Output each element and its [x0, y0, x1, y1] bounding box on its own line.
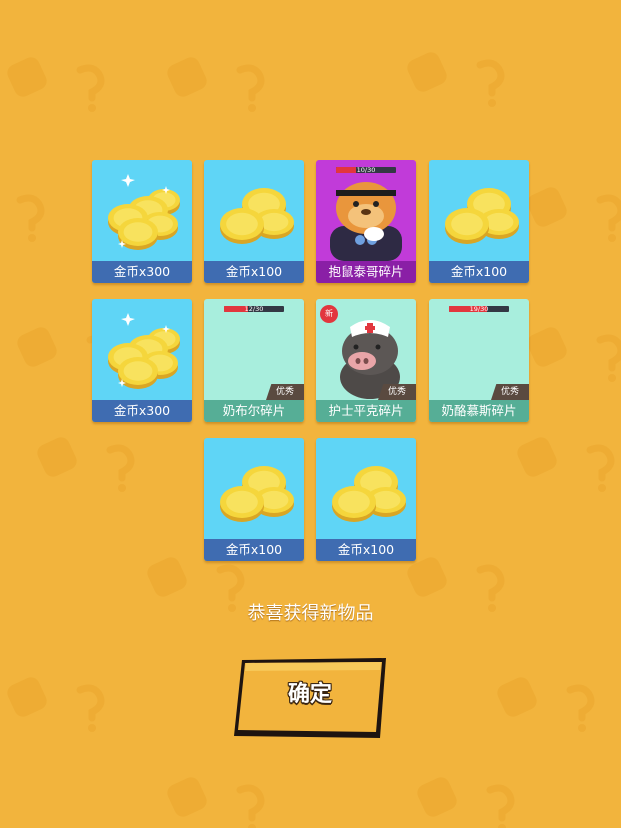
reward-label: 抱鼠泰哥碎片	[316, 261, 416, 283]
coin-icon	[204, 160, 304, 261]
new-badge: 新	[320, 305, 338, 323]
reward-card: 12/30 优秀 奶布尔碎片	[204, 299, 304, 422]
reward-label: 金币x100	[204, 539, 304, 561]
quality-tag: 优秀	[491, 384, 529, 400]
reward-label: 金币x100	[316, 539, 416, 561]
reward-card: 金币x300	[92, 299, 192, 422]
reward-card: 金币x100	[204, 438, 304, 561]
reward-card: 金币x300	[92, 160, 192, 283]
reward-label: 金币x100	[204, 261, 304, 283]
character-art	[316, 160, 416, 261]
fragment-progress-bar: 12/30	[224, 306, 284, 312]
reward-card: 金币x100	[316, 438, 416, 561]
fragment-progress-text: 12/30	[244, 306, 264, 312]
reward-card: 金币x100	[204, 160, 304, 283]
reward-label: 奶布尔碎片	[204, 400, 304, 422]
quality-tag: 优秀	[266, 384, 304, 400]
reward-label: 护士平克碎片	[316, 400, 416, 422]
reward-card: 新优秀 护士平克碎片	[316, 299, 416, 422]
coin-icon	[429, 160, 529, 261]
coin-icon	[92, 160, 192, 261]
confirm-button[interactable]: 确定	[234, 658, 386, 738]
fragment-progress-bar: 19/30	[449, 306, 509, 312]
reward-card: 10/30 抱鼠泰哥碎片	[316, 160, 416, 283]
reward-label: 金币x300	[92, 400, 192, 422]
coin-icon	[316, 438, 416, 539]
reward-label: 金币x100	[429, 261, 529, 283]
quality-tag: 优秀	[378, 384, 416, 400]
confirm-button-label: 确定	[287, 682, 332, 707]
reward-label: 奶酪慕斯碎片	[429, 400, 529, 422]
fragment-progress-text: 19/30	[469, 306, 489, 312]
reward-card: 19/30 优秀 奶酪慕斯碎片	[429, 299, 529, 422]
coin-icon	[204, 438, 304, 539]
fragment-progress-bar: 10/30	[336, 167, 396, 173]
reward-message: 恭喜获得新物品	[247, 603, 374, 624]
reward-card: 金币x100	[429, 160, 529, 283]
fragment-progress-text: 10/30	[356, 167, 376, 173]
reward-label: 金币x300	[92, 261, 192, 283]
coin-icon	[92, 299, 192, 400]
